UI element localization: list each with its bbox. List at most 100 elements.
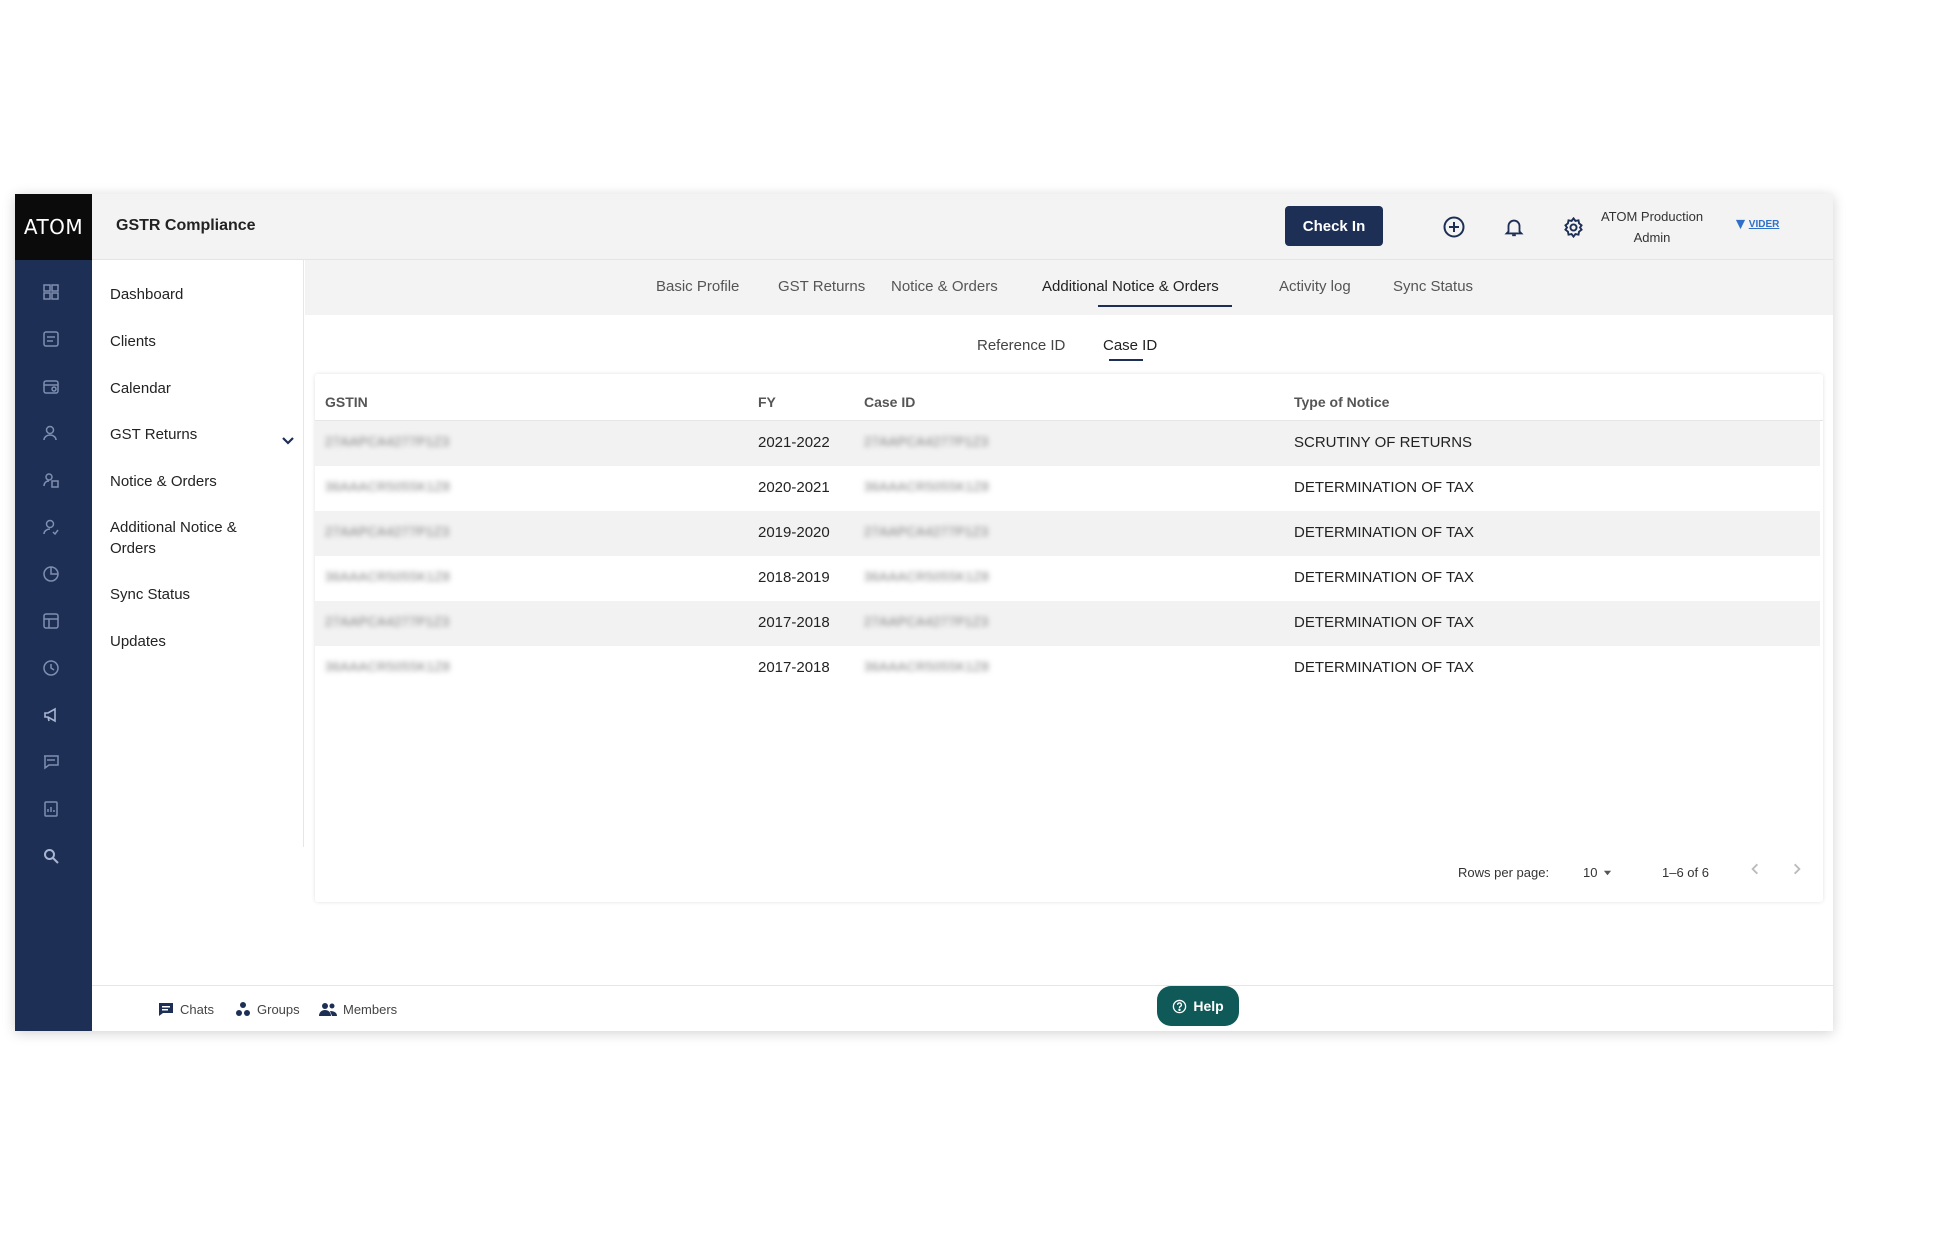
bottom-bar: Chats Groups Members Help (92, 985, 1833, 1031)
chats-button[interactable]: Chats (158, 1001, 214, 1017)
groups-label: Groups (257, 1001, 300, 1017)
gstin-cell: 36AAACR5055K1Z8 (325, 479, 451, 494)
tab-basic-profile[interactable]: Basic Profile (656, 278, 739, 295)
user-name: ATOM Production (1600, 209, 1704, 224)
column-header-type[interactable]: Type of Notice (1294, 394, 1389, 410)
fy-cell: 2017-2018 (758, 614, 830, 631)
notice-type-cell: DETERMINATION OF TAX (1294, 659, 1475, 676)
tab-bar: Basic Profile GST Returns Notice & Order… (305, 260, 1833, 315)
gstin-cell: 36AAACR5055K1Z8 (325, 569, 451, 584)
subtab-reference-id[interactable]: Reference ID (977, 337, 1065, 354)
notices-table: GSTIN FY Case ID Type of Notice 27AAPCA4… (315, 374, 1823, 902)
case-id-cell: 27AAPCA4277P1Z3 (864, 614, 989, 629)
chevron-right-icon (1794, 863, 1801, 875)
table-row[interactable]: 36AAACR5055K1Z8 2020-2021 36AAACR5055K1Z… (315, 466, 1820, 511)
check-in-button[interactable]: Check In (1285, 206, 1383, 246)
members-button[interactable]: Members (319, 1001, 397, 1017)
table-row[interactable]: 27AAPCA4277P1Z3 2017-2018 27AAPCA4277P1Z… (315, 601, 1820, 646)
case-id-cell: 36AAACR5055K1Z8 (864, 479, 990, 494)
sidebar-item-dashboard[interactable]: Dashboard (110, 284, 290, 305)
chevron-left-icon (1751, 863, 1758, 875)
tab-activity-log[interactable]: Activity log (1279, 278, 1351, 295)
notice-type-cell: SCRUTINY OF RETURNS (1294, 434, 1473, 451)
icon-rail: ATOM (15, 194, 92, 1031)
notice-type-cell: DETERMINATION OF TAX (1294, 569, 1475, 586)
timer-icon[interactable] (40, 657, 62, 679)
bell-icon[interactable] (1501, 214, 1527, 240)
notice-type-cell: DETERMINATION OF TAX (1294, 479, 1475, 496)
active-tab-indicator (1098, 305, 1232, 307)
case-id-cell: 27AAPCA4277P1Z3 (864, 434, 989, 449)
sidebar: Dashboard Clients Calendar GST Returns N… (92, 260, 304, 847)
user-check-icon[interactable] (40, 516, 62, 538)
column-header-fy[interactable]: FY (758, 394, 776, 410)
case-id-cell: 27AAPCA4277P1Z3 (864, 524, 989, 539)
case-id-cell: 36AAACR5055K1Z8 (864, 569, 990, 584)
brand-mark-icon (1735, 219, 1746, 230)
brand-logo: VIDER (1735, 219, 1779, 230)
table-row[interactable]: 36AAACR5055K1Z8 2017-2018 36AAACR5055K1Z… (315, 646, 1820, 691)
search-icon[interactable] (40, 845, 62, 867)
clients-icon[interactable] (40, 328, 62, 350)
sidebar-item-notice-orders[interactable]: Notice & Orders (110, 471, 290, 492)
tab-notice-orders[interactable]: Notice & Orders (891, 278, 998, 295)
gstin-cell: 36AAACR5055K1Z8 (325, 659, 451, 674)
sidebar-item-calendar[interactable]: Calendar (110, 378, 290, 399)
gear-icon[interactable] (1560, 214, 1586, 240)
tab-gst-returns[interactable]: GST Returns (778, 278, 865, 295)
table-row[interactable]: 27AAPCA4277P1Z3 2019-2020 27AAPCA4277P1Z… (315, 511, 1820, 556)
help-button[interactable]: Help (1157, 986, 1239, 1026)
sidebar-item-gst-returns[interactable]: GST Returns (110, 424, 290, 445)
rows-per-page-select[interactable]: 10 (1583, 865, 1612, 880)
user-icon[interactable] (40, 422, 62, 444)
page-title: GSTR Compliance (116, 217, 256, 234)
rows-per-page-label: Rows per page: (1458, 865, 1550, 880)
members-label: Members (343, 1001, 398, 1017)
sidebar-item-sync-status[interactable]: Sync Status (110, 584, 290, 605)
app-window: ATOM GSTR Compliance Check In ATOM Produ… (15, 194, 1833, 1031)
notice-type-cell: DETERMINATION OF TAX (1294, 524, 1475, 541)
help-label: Help (1193, 998, 1224, 1014)
prev-page-button[interactable] (1748, 862, 1762, 879)
megaphone-icon[interactable] (40, 704, 62, 726)
gstin-cell: 27AAPCA4277P1Z3 (325, 524, 450, 539)
table-row[interactable]: 36AAACR5055K1Z8 2018-2019 36AAACR5055K1Z… (315, 556, 1820, 601)
groups-button[interactable]: Groups (235, 1001, 300, 1017)
main-content: Basic Profile GST Returns Notice & Order… (305, 260, 1833, 980)
user-role: Admin (1633, 230, 1671, 245)
fy-cell: 2021-2022 (758, 434, 830, 451)
tab-additional-notice-orders[interactable]: Additional Notice & Orders (1042, 278, 1219, 295)
sidebar-item-updates[interactable]: Updates (110, 631, 290, 652)
column-header-case-id[interactable]: Case ID (864, 394, 915, 410)
help-icon (1173, 999, 1187, 1013)
calendar-icon[interactable] (40, 375, 62, 397)
gstin-cell: 27AAPCA4277P1Z3 (325, 614, 450, 629)
chevron-down-icon[interactable] (280, 432, 296, 453)
case-id-cell: 36AAACR5055K1Z8 (864, 659, 990, 674)
app-logo[interactable]: ATOM (15, 194, 92, 260)
fy-cell: 2020-2021 (758, 479, 830, 496)
chat-icon[interactable] (40, 751, 62, 773)
chats-label: Chats (180, 1001, 214, 1017)
add-circle-icon[interactable] (1441, 214, 1467, 240)
groups-icon (236, 1002, 250, 1016)
tab-sync-status[interactable]: Sync Status (1393, 278, 1473, 295)
chart-pie-icon[interactable] (40, 563, 62, 585)
notice-type-cell: DETERMINATION OF TAX (1294, 614, 1475, 631)
subtab-case-id[interactable]: Case ID (1103, 337, 1157, 354)
report-icon[interactable] (40, 798, 62, 820)
dashboard-icon[interactable] (40, 281, 62, 303)
next-page-button[interactable] (1790, 862, 1804, 879)
members-icon (319, 1003, 337, 1016)
fy-cell: 2018-2019 (758, 569, 830, 586)
sidebar-item-additional-notice-orders[interactable]: Additional Notice & Orders (110, 517, 270, 559)
user-info[interactable]: ATOM Production Admin (1587, 206, 1717, 248)
table-icon[interactable] (40, 610, 62, 632)
column-header-gstin[interactable]: GSTIN (325, 394, 368, 410)
chat-icon (159, 1003, 173, 1016)
table-row[interactable]: 27AAPCA4277P1Z3 2021-2022 27AAPCA4277P1Z… (315, 421, 1820, 466)
caret-down-icon (1604, 870, 1612, 876)
sidebar-item-clients[interactable]: Clients (110, 331, 290, 352)
fy-cell: 2017-2018 (758, 659, 830, 676)
tasks-icon[interactable] (40, 469, 62, 491)
